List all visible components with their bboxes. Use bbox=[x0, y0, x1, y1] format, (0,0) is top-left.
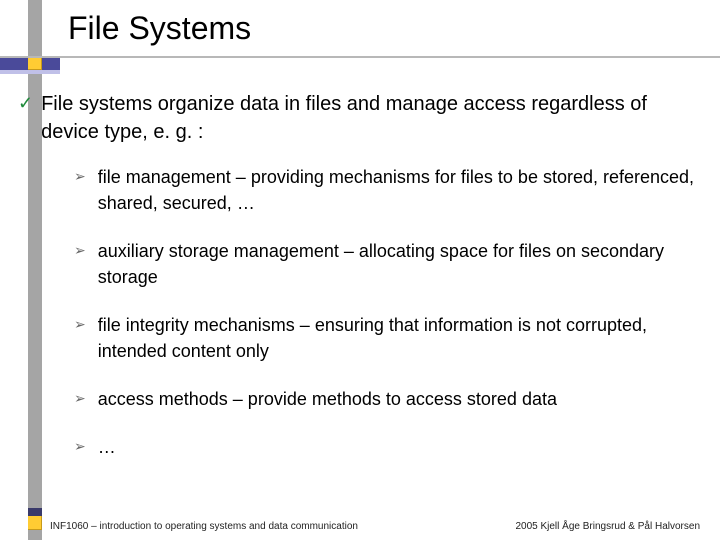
yellow-square-top bbox=[28, 56, 42, 70]
checkmark-icon: ✓ bbox=[18, 90, 33, 116]
horizontal-light-stripe bbox=[0, 70, 60, 74]
arrow-icon: ➢ bbox=[74, 434, 86, 458]
slide-title: File Systems bbox=[68, 10, 251, 47]
list-item: ➢ access methods – provide methods to ac… bbox=[74, 386, 702, 412]
list-item: ➢ auxiliary storage management – allocat… bbox=[74, 238, 702, 290]
bullet-text: auxiliary storage management – allocatin… bbox=[98, 238, 702, 290]
subpoints: ➢ file management – providing mechanisms… bbox=[74, 164, 702, 460]
slide-content: ✓ File systems organize data in files an… bbox=[18, 90, 708, 482]
bullet-text: file management – providing mechanisms f… bbox=[98, 164, 702, 216]
arrow-icon: ➢ bbox=[74, 164, 86, 188]
intro-bullet: ✓ File systems organize data in files an… bbox=[18, 90, 708, 146]
list-item: ➢ file integrity mechanisms – ensuring t… bbox=[74, 312, 702, 364]
arrow-icon: ➢ bbox=[74, 312, 86, 336]
slide: File Systems ✓ File systems organize dat… bbox=[0, 0, 720, 540]
yellow-square-bottom bbox=[28, 516, 42, 530]
arrow-icon: ➢ bbox=[74, 386, 86, 410]
intro-text: File systems organize data in files and … bbox=[41, 90, 708, 146]
bullet-text: … bbox=[98, 434, 116, 460]
footer-right: 2005 Kjell Åge Bringsrud & Pål Halvorsen bbox=[515, 521, 700, 532]
footer-left: INF1060 – introduction to operating syst… bbox=[50, 521, 358, 532]
arrow-icon: ➢ bbox=[74, 238, 86, 262]
list-item: ➢ file management – providing mechanisms… bbox=[74, 164, 702, 216]
bottom-blue-bar bbox=[28, 508, 42, 516]
bullet-text: access methods – provide methods to acce… bbox=[98, 386, 557, 412]
footer: INF1060 – introduction to operating syst… bbox=[50, 521, 700, 532]
list-item: ➢ … bbox=[74, 434, 702, 460]
bullet-text: file integrity mechanisms – ensuring tha… bbox=[98, 312, 702, 364]
title-underline bbox=[0, 56, 720, 58]
